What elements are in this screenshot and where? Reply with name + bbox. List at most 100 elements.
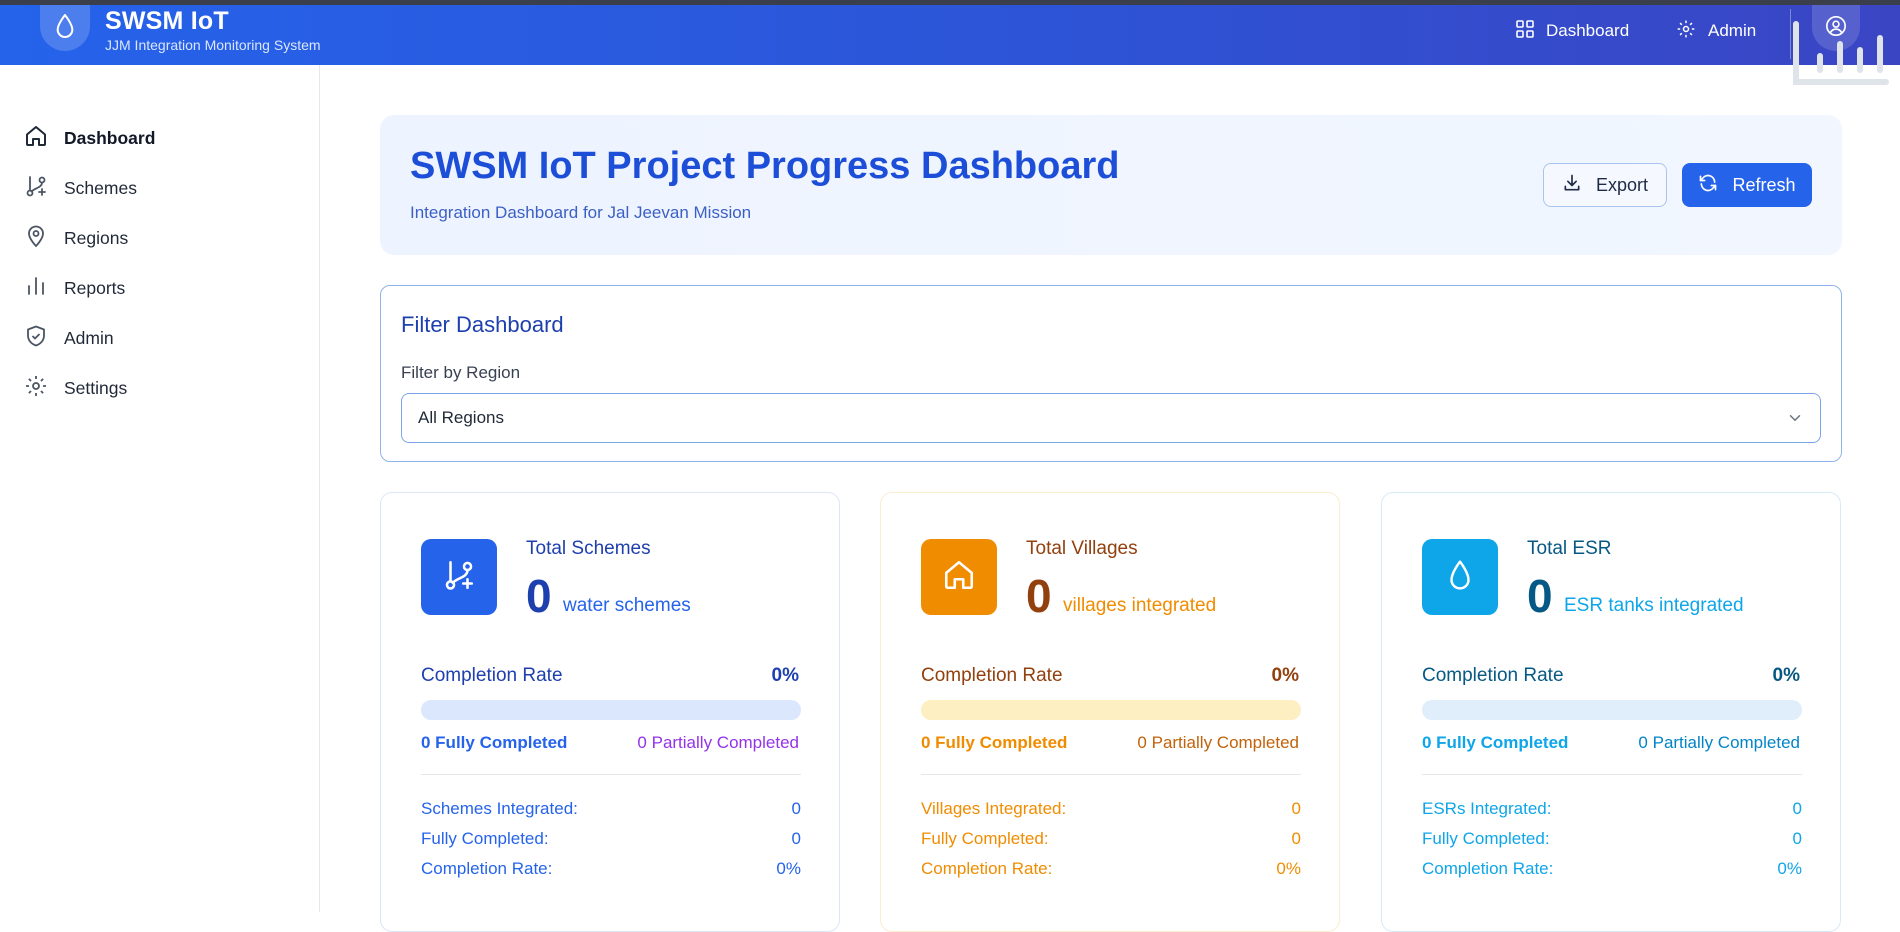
bar-chart-watermark-icon xyxy=(1790,20,1890,92)
home-icon xyxy=(24,124,48,153)
page-title: SWSM IoT Project Progress Dashboard xyxy=(410,145,1120,187)
partially-completed-summary: 0 Partially Completed xyxy=(1137,733,1299,752)
detail-row: Fully Completed: 0 xyxy=(1422,829,1802,851)
detail-row: Completion Rate: 0% xyxy=(921,859,1301,881)
completion-progress-bar xyxy=(921,700,1301,720)
app-logo[interactable] xyxy=(40,5,90,51)
detail-value: 0 xyxy=(1291,829,1301,848)
sidebar-item-label: Regions xyxy=(64,227,129,248)
completion-rate-label: Completion Rate xyxy=(421,665,563,686)
detail-label: ESRs Integrated: xyxy=(1422,799,1552,818)
sidebar-item-label: Reports xyxy=(64,277,126,298)
region-select[interactable]: All Regions xyxy=(401,393,1821,443)
stat-card-villages: Total Villages 0 villages integrated Com… xyxy=(880,492,1340,932)
grid-icon xyxy=(1516,19,1534,43)
stat-icon-box xyxy=(421,539,497,615)
stat-label: Total Villages xyxy=(1026,538,1138,559)
detail-value: 0% xyxy=(1777,859,1802,878)
download-icon xyxy=(1562,173,1582,198)
filter-title: Filter Dashboard xyxy=(401,312,564,337)
stat-card-esr: Total ESR 0 ESR tanks integrated Complet… xyxy=(1381,492,1841,932)
detail-label: Fully Completed: xyxy=(1422,829,1550,848)
sidebar-item-admin[interactable]: Admin xyxy=(24,318,114,358)
detail-row: Fully Completed: 0 xyxy=(421,829,801,851)
filter-region-label: Filter by Region xyxy=(401,363,521,382)
git-branch-plus-icon xyxy=(442,558,476,597)
partially-completed-summary: 0 Partially Completed xyxy=(637,733,799,752)
page-subtitle: Integration Dashboard for Jal Jeevan Mis… xyxy=(410,203,752,222)
sidebar-item-label: Schemes xyxy=(64,177,137,198)
completion-rate-value: 0% xyxy=(1271,665,1299,686)
detail-label: Completion Rate: xyxy=(921,859,1053,878)
detail-label: Villages Integrated: xyxy=(921,799,1067,818)
divider xyxy=(1422,774,1802,775)
detail-label: Fully Completed: xyxy=(921,829,1049,848)
stat-icon-box xyxy=(1422,539,1498,615)
gear-icon xyxy=(24,374,48,403)
export-button[interactable]: Export xyxy=(1543,163,1667,207)
droplet-icon xyxy=(54,13,76,44)
detail-row: Schemes Integrated: 0 xyxy=(421,799,801,821)
detail-row: Villages Integrated: 0 xyxy=(921,799,1301,821)
completion-rate-value: 0% xyxy=(1772,665,1800,686)
detail-value: 0 xyxy=(1291,799,1301,818)
sidebar-item-label: Dashboard xyxy=(64,127,156,148)
sidebar-item-label: Admin xyxy=(64,327,114,348)
detail-row: Completion Rate: 0% xyxy=(1422,859,1802,881)
sidebar-item-dashboard[interactable]: Dashboard xyxy=(24,118,155,158)
sidebar-item-settings[interactable]: Settings xyxy=(24,368,127,408)
bar-chart-icon xyxy=(24,274,48,303)
nav-dashboard[interactable]: Dashboard xyxy=(1516,15,1629,47)
fully-completed-summary: 0 Fully Completed xyxy=(421,733,568,752)
detail-label: Schemes Integrated: xyxy=(421,799,578,818)
completion-rate-value: 0% xyxy=(771,665,799,686)
detail-row: Completion Rate: 0% xyxy=(421,859,801,881)
git-branch-plus-icon xyxy=(24,174,48,203)
stat-value: 0 xyxy=(526,570,552,622)
detail-value: 0 xyxy=(791,799,801,818)
stat-label: Total ESR xyxy=(1527,538,1612,559)
app-title: SWSM IoT xyxy=(105,7,229,35)
detail-value: 0% xyxy=(776,859,801,878)
nav-dashboard-label: Dashboard xyxy=(1546,21,1630,40)
map-pin-icon xyxy=(24,224,48,253)
top-header: SWSM IoT JJM Integration Monitoring Syst… xyxy=(0,5,1900,65)
fully-completed-summary: 0 Fully Completed xyxy=(1422,733,1569,752)
dashboard-hero: SWSM IoT Project Progress Dashboard Inte… xyxy=(380,115,1842,255)
region-select-value: All Regions xyxy=(418,408,504,427)
sidebar-item-reports[interactable]: Reports xyxy=(24,268,125,308)
nav-admin[interactable]: Admin xyxy=(1676,15,1756,47)
stat-icon-box xyxy=(921,539,997,615)
sidebar-item-regions[interactable]: Regions xyxy=(24,218,128,258)
completion-rate-label: Completion Rate xyxy=(1422,665,1564,686)
stat-card-schemes: Total Schemes 0 water schemes Completion… xyxy=(380,492,840,932)
refresh-button[interactable]: Refresh xyxy=(1682,163,1812,207)
detail-value: 0 xyxy=(1792,799,1802,818)
chevron-down-icon xyxy=(1786,409,1804,432)
completion-rate-label: Completion Rate xyxy=(921,665,1063,686)
detail-value: 0 xyxy=(791,829,801,848)
refresh-label: Refresh xyxy=(1732,174,1796,195)
sidebar: Dashboard Schemes Regions Reports Admin … xyxy=(0,65,320,912)
stat-label: Total Schemes xyxy=(526,538,651,559)
divider xyxy=(921,774,1301,775)
detail-label: Completion Rate: xyxy=(421,859,553,878)
nav-admin-label: Admin xyxy=(1708,21,1757,40)
divider xyxy=(421,774,801,775)
detail-value: 0 xyxy=(1792,829,1802,848)
detail-value: 0% xyxy=(1276,859,1301,878)
partially-completed-summary: 0 Partially Completed xyxy=(1638,733,1800,752)
house-icon xyxy=(942,558,976,597)
stat-value: 0 xyxy=(1026,570,1052,622)
export-label: Export xyxy=(1595,174,1649,195)
completion-progress-bar xyxy=(421,700,801,720)
shield-check-icon xyxy=(24,324,48,353)
sidebar-item-schemes[interactable]: Schemes xyxy=(24,168,137,208)
stat-value: 0 xyxy=(1527,570,1553,622)
droplet-icon xyxy=(1444,558,1476,597)
stat-unit: water schemes xyxy=(563,595,691,616)
detail-row: ESRs Integrated: 0 xyxy=(1422,799,1802,821)
filter-card: Filter Dashboard Filter by Region All Re… xyxy=(380,285,1842,462)
stat-unit: ESR tanks integrated xyxy=(1564,595,1744,616)
detail-row: Fully Completed: 0 xyxy=(921,829,1301,851)
